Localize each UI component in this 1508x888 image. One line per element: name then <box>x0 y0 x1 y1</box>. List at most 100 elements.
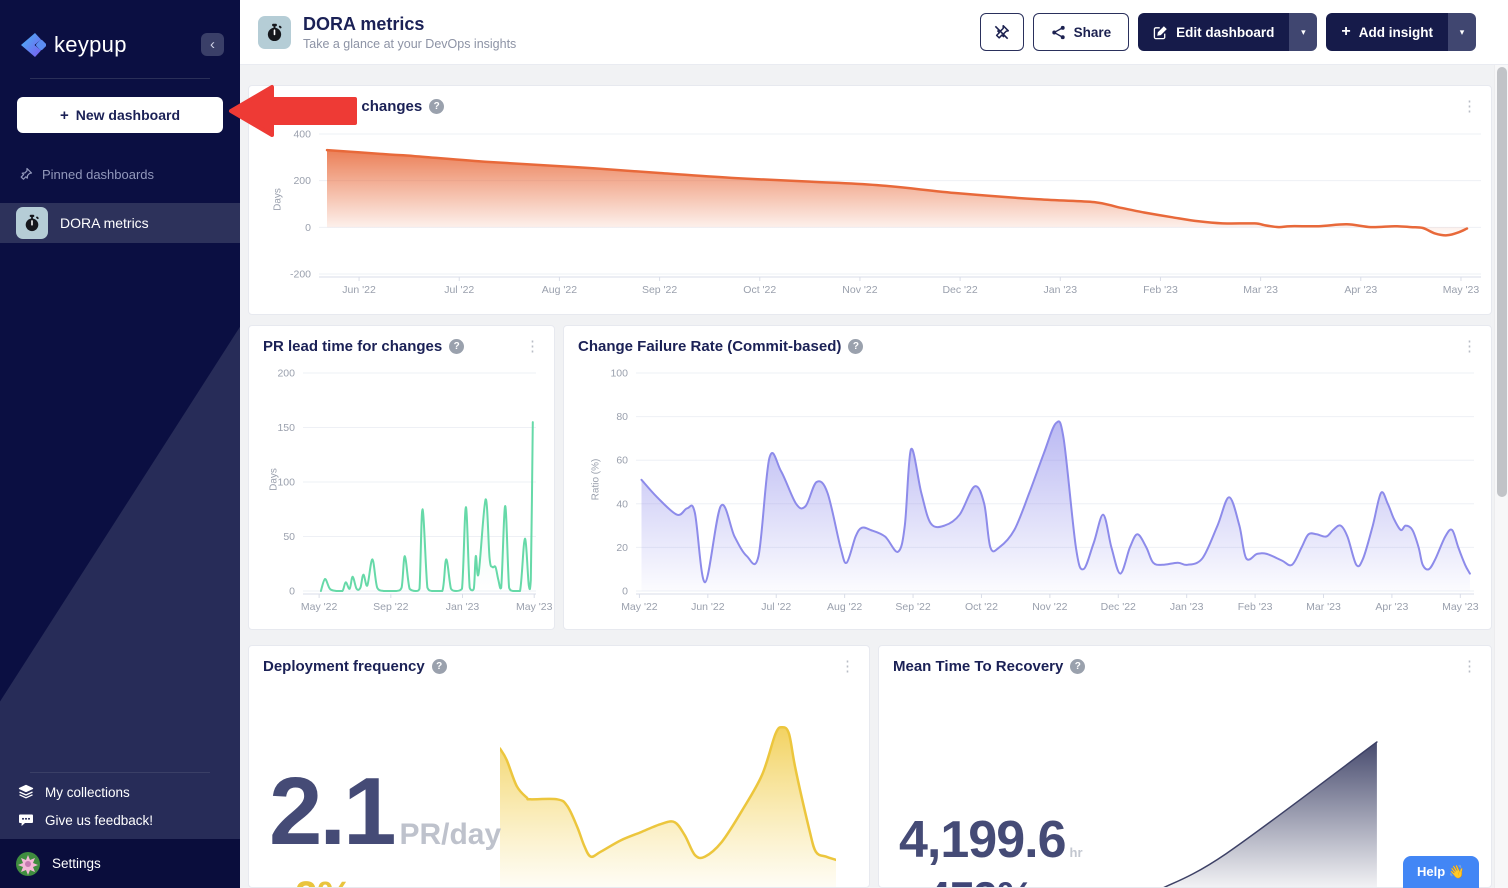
svg-text:Apr '23: Apr '23 <box>1344 284 1377 296</box>
deployment-frequency-unit: PR/day <box>399 818 501 852</box>
mttr-value: 4,199.6 <box>899 814 1066 866</box>
svg-text:60: 60 <box>616 455 628 467</box>
card-menu-icon[interactable]: ⋮ <box>1456 657 1483 676</box>
share-icon <box>1051 25 1066 40</box>
card-menu-icon[interactable]: ⋮ <box>1456 97 1483 116</box>
deployment-frequency-delta: 2% <box>295 876 353 888</box>
pr-lead-time-chart: 200150100500May '22Sep '22Jan '23May '23 <box>249 326 555 630</box>
svg-text:100: 100 <box>277 477 295 489</box>
card-title: Change Failure Rate (Commit-based) <box>578 338 841 355</box>
logo-text: keypup <box>54 32 127 58</box>
help-icon[interactable]: ? <box>449 339 464 354</box>
scrollbar-thumb[interactable] <box>1497 67 1507 497</box>
card-menu-icon[interactable]: ⋮ <box>519 337 546 356</box>
svg-text:May '23: May '23 <box>1442 601 1479 613</box>
svg-text:Mar '23: Mar '23 <box>1243 284 1278 296</box>
svg-text:May '23: May '23 <box>516 601 553 613</box>
feedback-link[interactable]: Give us feedback! <box>18 812 153 828</box>
svg-text:Nov '22: Nov '22 <box>1032 601 1067 613</box>
card-title: Lead time for changes <box>263 98 422 115</box>
svg-text:-200: -200 <box>290 269 311 281</box>
svg-text:Jun '22: Jun '22 <box>691 601 725 613</box>
sidebar-bottom-divider <box>30 772 210 773</box>
svg-text:Oct '22: Oct '22 <box>743 284 776 296</box>
main-area: DORA metrics Take a glance at your DevOp… <box>240 0 1508 888</box>
share-button[interactable]: Share <box>1033 13 1130 51</box>
plus-icon: + <box>1341 23 1350 41</box>
svg-text:Feb '23: Feb '23 <box>1238 601 1273 613</box>
add-insight-dropdown-caret[interactable]: ▾ <box>1448 13 1476 51</box>
svg-text:80: 80 <box>616 411 628 423</box>
unpin-dashboard-button[interactable] <box>980 13 1024 51</box>
svg-text:Dec '22: Dec '22 <box>942 284 977 296</box>
sidebar-divider <box>30 78 210 79</box>
sidebar: keypup ‹ +New dashboard Pinned dashboard… <box>0 0 240 888</box>
vertical-scrollbar[interactable] <box>1494 65 1508 888</box>
new-dashboard-button[interactable]: +New dashboard <box>17 97 223 133</box>
svg-text:Dec '22: Dec '22 <box>1101 601 1136 613</box>
svg-text:Jul '22: Jul '22 <box>444 284 474 296</box>
deployment-frequency-value: 2.1 <box>269 764 393 860</box>
app-window: keypup ‹ +New dashboard Pinned dashboard… <box>0 0 1508 888</box>
sidebar-collapse-button[interactable]: ‹ <box>201 33 224 56</box>
svg-text:Oct '22: Oct '22 <box>965 601 998 613</box>
svg-text:150: 150 <box>277 422 295 434</box>
help-icon[interactable]: ? <box>429 99 444 114</box>
plus-icon: + <box>60 107 69 124</box>
card-menu-icon[interactable]: ⋮ <box>1456 337 1483 356</box>
svg-text:200: 200 <box>293 175 311 187</box>
user-avatar <box>16 852 40 876</box>
edit-dashboard-split-button: Edit dashboard ▾ <box>1138 13 1317 51</box>
svg-text:Apr '23: Apr '23 <box>1375 601 1408 613</box>
card-mean-time-to-recovery: Mean Time To Recovery ? ⋮ 4,199.6 hr 473… <box>878 645 1492 888</box>
svg-text:Sep '22: Sep '22 <box>642 284 677 296</box>
mttr-delta: 473% <box>927 876 1034 888</box>
page-subtitle: Take a glance at your DevOps insights <box>303 37 516 51</box>
keypup-logo-icon <box>16 30 46 60</box>
card-pr-lead-time: PR lead time for changes ? ⋮ Days 200150… <box>248 325 555 630</box>
svg-text:50: 50 <box>283 531 295 543</box>
card-title: Mean Time To Recovery <box>893 658 1063 675</box>
svg-text:May '22: May '22 <box>621 601 658 613</box>
help-icon[interactable]: ? <box>848 339 863 354</box>
pinned-dashboards-section-label: Pinned dashboards <box>18 167 154 182</box>
sidebar-diagonal-decoration <box>0 0 240 888</box>
pin-off-icon <box>993 24 1010 41</box>
help-icon[interactable]: ? <box>432 659 447 674</box>
my-collections-link[interactable]: My collections <box>18 784 130 800</box>
deployment-frequency-sparkline <box>500 716 836 888</box>
card-title: Deployment frequency <box>263 658 425 675</box>
settings-menu-item[interactable]: Settings <box>0 839 240 888</box>
y-axis-label: Days <box>273 175 284 225</box>
svg-text:Jan '23: Jan '23 <box>1044 284 1078 296</box>
edit-icon <box>1153 25 1168 40</box>
svg-text:0: 0 <box>622 586 628 598</box>
sidebar-item-dora-metrics[interactable]: DORA metrics <box>0 203 240 243</box>
card-change-failure-rate: Change Failure Rate (Commit-based) ? ⋮ R… <box>563 325 1492 630</box>
svg-text:20: 20 <box>616 542 628 554</box>
change-failure-rate-chart: 100806040200May '22Jun '22Jul '22Aug '22… <box>564 326 1492 630</box>
dashboard-stopwatch-icon <box>258 16 291 49</box>
svg-text:Jun '22: Jun '22 <box>342 284 376 296</box>
add-insight-split-button: + Add insight ▾ <box>1326 13 1476 51</box>
edit-dashboard-dropdown-caret[interactable]: ▾ <box>1289 13 1317 51</box>
help-button[interactable]: Help 👋 <box>1403 856 1479 888</box>
add-insight-button[interactable]: + Add insight <box>1326 13 1448 51</box>
svg-text:400: 400 <box>293 129 311 141</box>
card-menu-icon[interactable]: ⋮ <box>834 657 861 676</box>
edit-dashboard-button[interactable]: Edit dashboard <box>1138 13 1289 51</box>
svg-text:Jan '23: Jan '23 <box>446 601 480 613</box>
card-deployment-frequency: Deployment frequency ? ⋮ 2.1 PR/day 2% <box>248 645 870 888</box>
pin-icon <box>18 167 33 182</box>
lead-time-chart: 4002000-200Jun '22Jul '22Aug '22Sep '22O… <box>249 86 1492 315</box>
svg-text:Jul '22: Jul '22 <box>761 601 791 613</box>
svg-text:0: 0 <box>289 586 295 598</box>
mttr-sparkline <box>1159 736 1384 888</box>
svg-text:Mar '23: Mar '23 <box>1306 601 1341 613</box>
stopwatch-icon <box>16 207 48 239</box>
help-icon[interactable]: ? <box>1070 659 1085 674</box>
y-axis-label: Ratio (%) <box>591 452 602 508</box>
speech-bubble-icon <box>18 812 34 828</box>
svg-text:Feb '23: Feb '23 <box>1143 284 1178 296</box>
svg-text:Nov '22: Nov '22 <box>842 284 877 296</box>
